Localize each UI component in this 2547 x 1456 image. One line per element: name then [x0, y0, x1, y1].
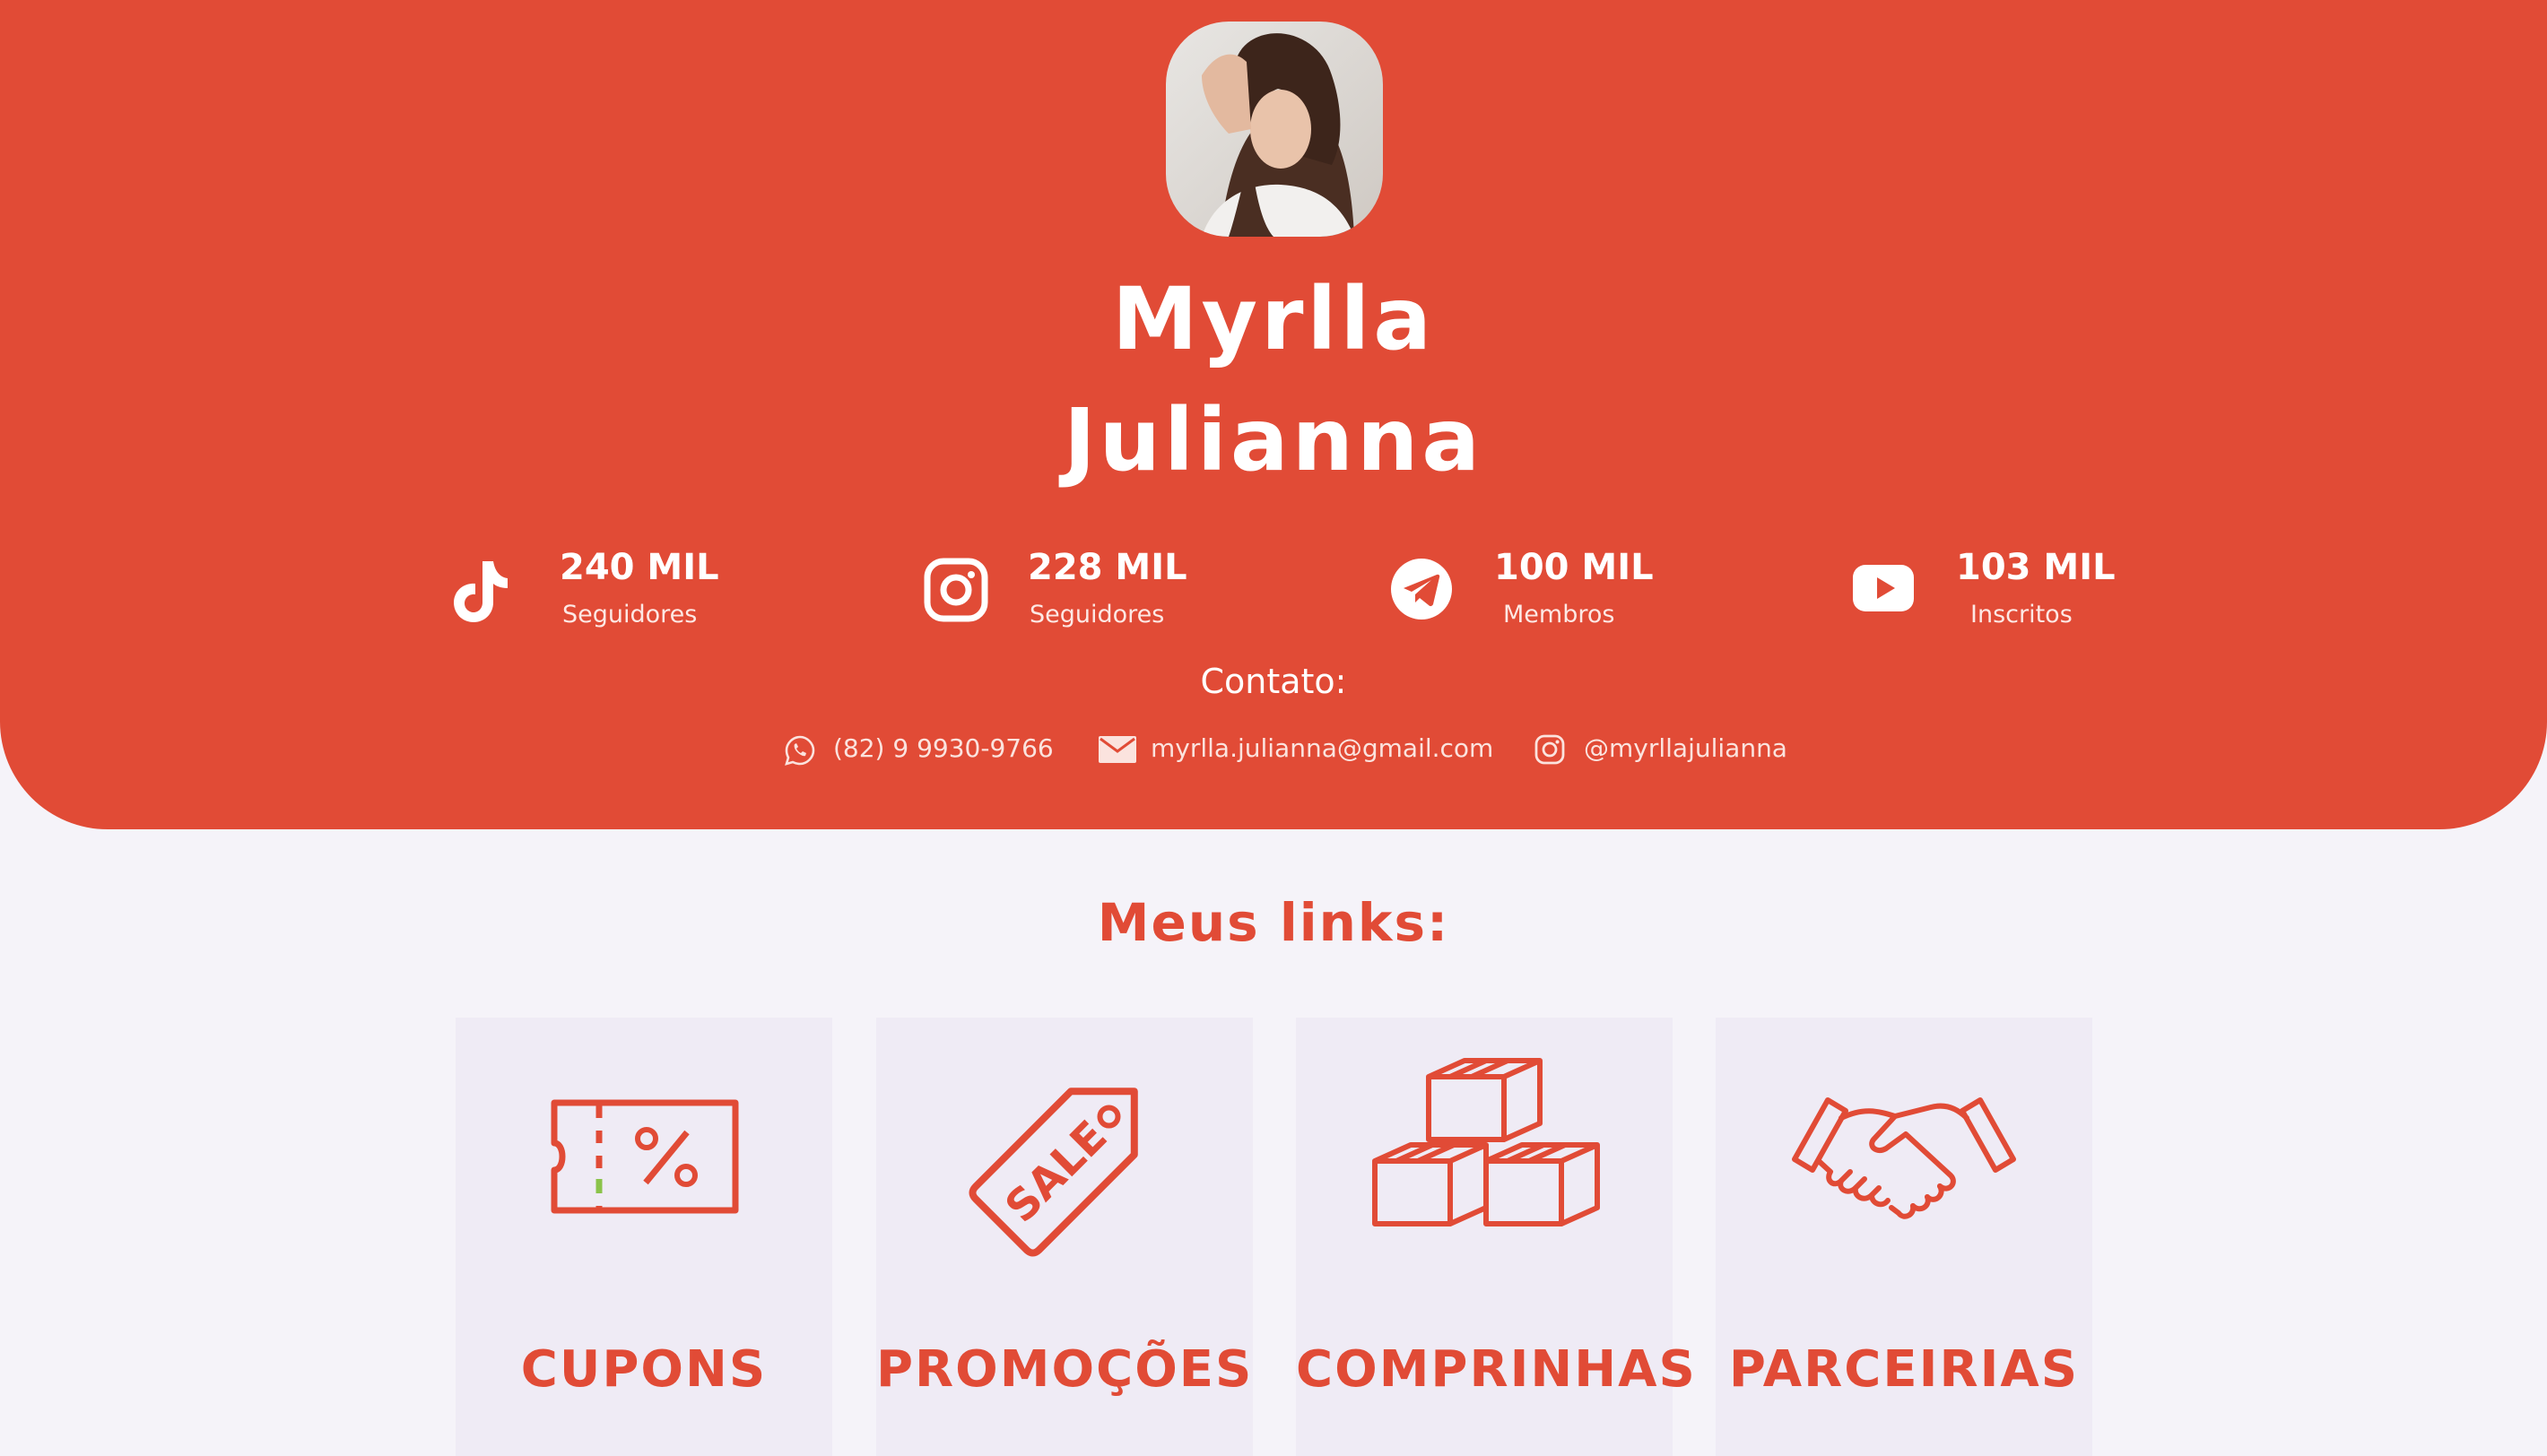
contact-instagram-text: @myrllajulianna [1584, 733, 1787, 763]
stat-telegram-label: Membros [1503, 601, 1615, 628]
stat-youtube-value: 103 MIL [1956, 547, 2116, 588]
stat-telegram-value: 100 MIL [1494, 547, 1654, 588]
link-card-promocoes-label: PROMOÇÕES [876, 1340, 1254, 1399]
mail-icon [1099, 736, 1136, 767]
sale-tag-icon: SALE [876, 1018, 1253, 1287]
tiktok-icon [448, 558, 511, 628]
stat-instagram-value: 228 MIL [1028, 547, 1187, 588]
stat-instagram[interactable]: 228 MIL Seguidores [924, 538, 1193, 646]
link-card-cupons-label: CUPONS [520, 1340, 768, 1399]
coupon-icon [456, 1018, 832, 1287]
stat-youtube[interactable]: 103 MIL Inscritos [1852, 538, 2121, 646]
profile-first-name: Myrlla [1111, 269, 1436, 369]
link-card-parceirias-label: PARCEIRIAS [1728, 1340, 2080, 1399]
telegram-icon [1390, 558, 1453, 624]
link-card-comprinhas-label: COMPRINHAS [1296, 1340, 1697, 1399]
stat-youtube-label: Inscritos [1970, 601, 2073, 628]
contact-phone-text: (82) 9 9930-9766 [833, 733, 1054, 763]
contact-title: Contato: [1200, 662, 1347, 701]
links-title: Meus links: [1097, 892, 1450, 953]
contact-email-text: myrlla.julianna@gmail.com [1151, 733, 1494, 763]
stat-tiktok-value: 240 MIL [560, 547, 719, 588]
stat-telegram[interactable]: 100 MIL Membros [1390, 538, 1659, 646]
youtube-icon [1852, 563, 1915, 617]
whatsapp-icon [783, 733, 817, 771]
contact-instagram[interactable]: @myrllajulianna [1534, 728, 1803, 773]
link-card-promocoes[interactable]: SALE PROMOÇÕES [876, 1018, 1253, 1456]
link-card-parceirias[interactable]: PARCEIRIAS [1716, 1018, 2092, 1456]
link-card-cupons[interactable]: CUPONS [456, 1018, 832, 1456]
handshake-icon [1716, 1018, 2092, 1287]
avatar [1166, 22, 1383, 237]
profile-last-name: Julianna [1063, 390, 1484, 490]
stat-instagram-label: Seguidores [1030, 601, 1165, 628]
profile-header: Myrlla Julianna 240 MIL Seguidores 228 M… [0, 0, 2547, 829]
instagram-small-icon [1534, 733, 1566, 769]
svg-text:SALE: SALE [995, 1111, 1117, 1232]
instagram-icon [924, 558, 988, 626]
boxes-icon [1296, 1018, 1673, 1287]
stat-tiktok[interactable]: 240 MIL Seguidores [448, 538, 719, 646]
contact-email[interactable]: myrlla.julianna@gmail.com [1099, 728, 1493, 773]
contact-phone[interactable]: (82) 9 9930-9766 [783, 728, 1054, 773]
link-card-comprinhas[interactable]: COMPRINHAS [1296, 1018, 1697, 1456]
stat-tiktok-label: Seguidores [562, 601, 698, 628]
